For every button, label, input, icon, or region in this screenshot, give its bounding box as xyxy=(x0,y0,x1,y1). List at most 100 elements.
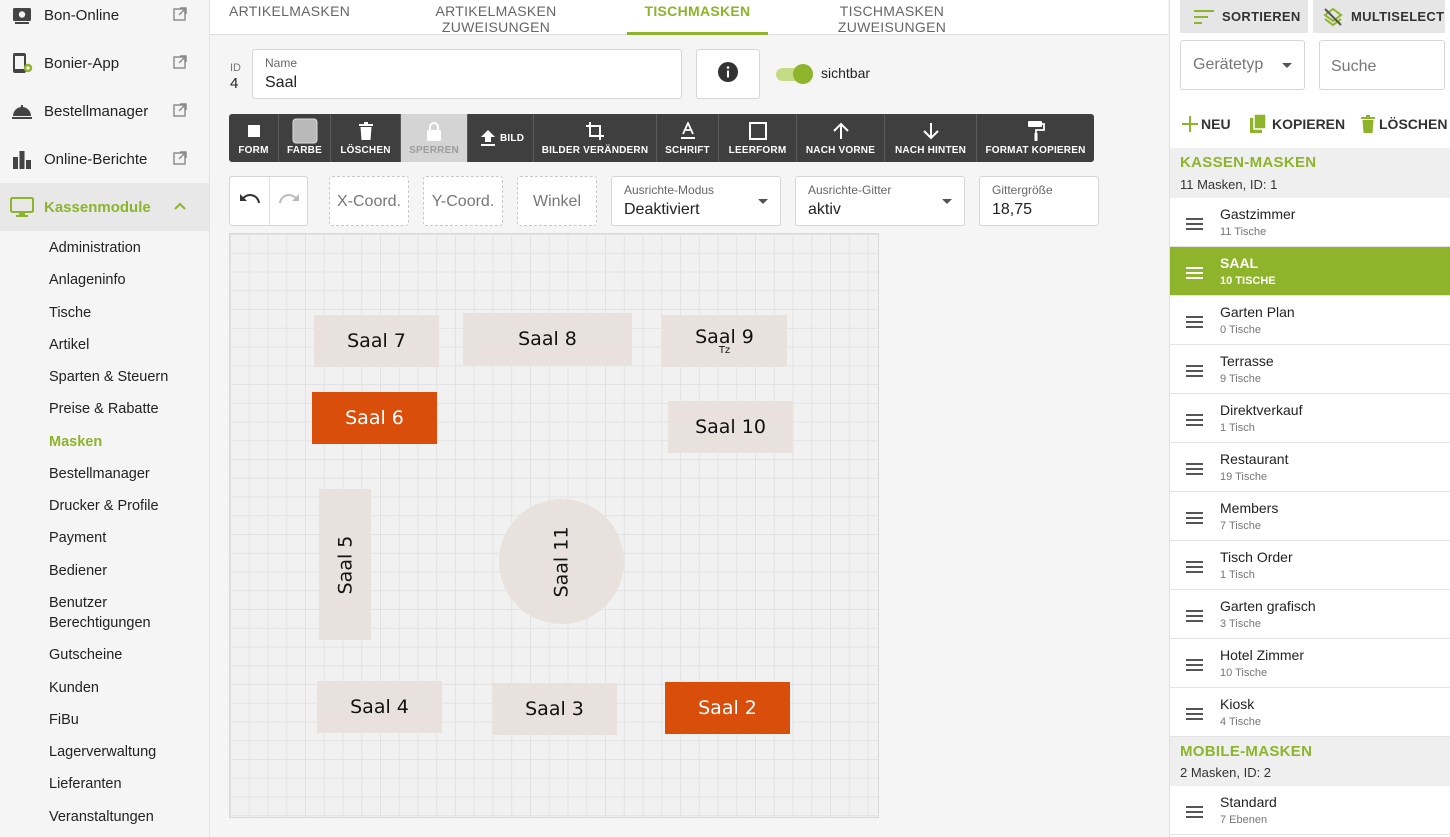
search-input[interactable]: Suche xyxy=(1319,40,1445,90)
table-saal-4[interactable]: Saal 4 xyxy=(317,681,442,733)
sidebar-item-preise-rabatte[interactable]: Preise & Rabatte xyxy=(49,399,159,419)
drag-handle-icon[interactable] xyxy=(1186,218,1203,233)
schrift-button[interactable]: SCHRIFT xyxy=(657,114,719,162)
chevron-up-icon xyxy=(173,199,189,215)
sidebar-item-fibu[interactable]: FiBu xyxy=(49,710,79,730)
sidebar-item-bestellmanager[interactable]: Bestellmanager xyxy=(49,464,150,484)
multiselect-button[interactable]: MULTISELECT xyxy=(1313,0,1445,33)
sidebar-item-gutscheine[interactable]: Gutscheine xyxy=(49,645,122,665)
leerform-button[interactable]: LEERFORM xyxy=(719,114,797,162)
sperren-button[interactable]: SPERREN xyxy=(401,114,468,162)
nach-vorne-button[interactable]: NACH VORNE xyxy=(797,114,885,162)
name-field[interactable]: Name Saal xyxy=(252,49,682,99)
new-button[interactable]: NEU xyxy=(1182,113,1231,135)
sidebar-item-administration[interactable]: Administration xyxy=(49,238,141,258)
table-layout-canvas[interactable]: Saal 7 Saal 8 Saal 9 Tz Saal 6 Saal 10 S… xyxy=(229,233,879,818)
sidebar-item-benutzer-berechtigungen[interactable]: Benutzer Berechtigungen xyxy=(49,593,151,633)
info-button[interactable] xyxy=(696,49,760,99)
drag-handle-icon[interactable] xyxy=(1186,316,1203,331)
sidebar-item-drucker-profile[interactable]: Drucker & Profile xyxy=(49,496,159,516)
redo-button[interactable] xyxy=(269,177,308,225)
list-item[interactable]: Direktverkauf 1 Tisch xyxy=(1170,394,1450,443)
tab-tischmasken[interactable]: TISCHMASKEN xyxy=(627,0,768,35)
tab-tischmasken-zuweisungen[interactable]: TISCHMASKEN ZUWEISUNGEN xyxy=(788,0,996,35)
sidebar-item-artikel[interactable]: Artikel xyxy=(49,335,89,355)
drag-handle-icon[interactable] xyxy=(1186,267,1203,282)
form-button[interactable]: FORM xyxy=(229,114,279,162)
list-item[interactable]: Kiosk 4 Tische xyxy=(1170,688,1450,737)
table-saal-7[interactable]: Saal 7 xyxy=(314,315,439,367)
copy-button[interactable]: KOPIEREN xyxy=(1249,113,1345,135)
drag-handle-icon[interactable] xyxy=(1186,365,1203,380)
list-item[interactable]: Restaurant 19 Tische xyxy=(1170,443,1450,492)
align-mode-label: Ausrichte-Modus xyxy=(624,183,715,197)
mask-list-panel: SORTIEREN MULTISELECT Gerätetyp Suche NE… xyxy=(1169,0,1450,837)
list-item[interactable]: Standard 7 Ebenen xyxy=(1170,786,1450,835)
drag-handle-icon[interactable] xyxy=(1186,610,1203,625)
table-label: Saal 10 xyxy=(695,416,766,438)
table-saal-6[interactable]: Saal 6 xyxy=(312,392,437,444)
drag-handle-icon[interactable] xyxy=(1186,463,1203,478)
table-saal-10[interactable]: Saal 10 xyxy=(668,401,793,453)
device-type-select[interactable]: Gerätetyp xyxy=(1180,40,1305,90)
sidebar-item-sparten-steuern[interactable]: Sparten & Steuern xyxy=(49,367,168,387)
sidebar-item-bediener[interactable]: Bediener xyxy=(49,561,107,581)
drag-handle-icon[interactable] xyxy=(1186,806,1203,821)
list-item[interactable]: Garten grafisch 3 Tische xyxy=(1170,590,1450,639)
sidebar-item-masken[interactable]: Masken xyxy=(49,432,102,452)
list-item-name: Garten Plan xyxy=(1220,304,1295,320)
loeschen-button[interactable]: LÖSCHEN xyxy=(331,114,401,162)
table-saal-3[interactable]: Saal 3 xyxy=(492,683,617,735)
visible-toggle[interactable] xyxy=(774,64,814,84)
drag-handle-icon[interactable] xyxy=(1186,414,1203,429)
table-saal-9[interactable]: Saal 9 Tz xyxy=(662,315,787,367)
list-item[interactable]: Garten Plan 0 Tische xyxy=(1170,296,1450,345)
list-item[interactable]: Hotel Zimmer 10 Tische xyxy=(1170,639,1450,688)
bilder-veraendern-button[interactable]: BILDER VERÄNDERN xyxy=(534,114,657,162)
sidebar-item-anlageninfo[interactable]: Anlageninfo xyxy=(49,270,126,290)
list-item[interactable]: Terrasse 9 Tische xyxy=(1170,345,1450,394)
x-coord-input[interactable]: X-Coord. xyxy=(329,176,409,226)
drag-handle-icon[interactable] xyxy=(1186,659,1203,674)
format-kopieren-button[interactable]: FORMAT KOPIEREN xyxy=(977,114,1094,162)
bild-button[interactable]: BILD xyxy=(468,114,534,162)
sidebar-item-lagerverwaltung[interactable]: Lagerverwaltung xyxy=(49,742,156,762)
winkel-input[interactable]: Winkel xyxy=(517,176,597,226)
nav-bestellmanager[interactable]: Bestellmanager xyxy=(0,87,209,135)
sort-button[interactable]: SORTIEREN xyxy=(1180,0,1308,33)
undo-button[interactable] xyxy=(230,177,269,225)
grid-size-input[interactable]: Gittergröße 18,75 xyxy=(979,176,1099,226)
farbe-button[interactable]: FARBE xyxy=(279,114,331,162)
section-summary: 2 Masken, ID: 2 xyxy=(1180,765,1272,780)
y-coord-input[interactable]: Y-Coord. xyxy=(423,176,503,226)
sidebar-item-veranstaltungen[interactable]: Veranstaltungen xyxy=(49,807,154,827)
drag-handle-icon[interactable] xyxy=(1186,708,1203,723)
sidebar-item-tische[interactable]: Tische xyxy=(49,303,91,323)
list-item[interactable]: Tisch Order 1 Tisch xyxy=(1170,541,1450,590)
table-saal-2[interactable]: Saal 2 xyxy=(665,682,790,734)
table-saal-5[interactable]: Saal 5 xyxy=(319,489,371,640)
nav-online-berichte[interactable]: Online-Berichte xyxy=(0,135,209,183)
nav-kassenmodule[interactable]: Kassenmodule xyxy=(0,183,209,231)
sidebar-item-lieferanten[interactable]: Lieferanten xyxy=(49,774,122,794)
sidebar-item-payment[interactable]: Payment xyxy=(49,528,106,548)
sidebar-item-kunden[interactable]: Kunden xyxy=(49,678,99,698)
delete-button[interactable]: LÖSCHEN xyxy=(1360,113,1447,135)
list-item[interactable]: Members 7 Tische xyxy=(1170,492,1450,541)
nav-bon-online[interactable]: Bon-Online xyxy=(0,0,209,39)
table-saal-8[interactable]: Saal 8 xyxy=(463,313,632,365)
nach-hinten-button[interactable]: NACH HINTEN xyxy=(885,114,977,162)
list-item[interactable]: Gastzimmer 11 Tische xyxy=(1170,198,1450,247)
table-saal-11[interactable]: Saal 11 xyxy=(499,499,624,624)
color-swatch-icon xyxy=(279,118,330,144)
tab-artikelmasken[interactable]: ARTIKELMASKEN xyxy=(229,0,350,35)
drag-handle-icon[interactable] xyxy=(1186,561,1203,576)
tab-artikelmasken-zuweisungen[interactable]: ARTIKELMASKEN ZUWEISUNGEN xyxy=(385,0,607,35)
list-item-selected[interactable]: Saal 10 Tische xyxy=(1170,247,1450,296)
align-grid-select[interactable]: Ausrichte-Gitter aktiv xyxy=(795,176,965,226)
crop-icon xyxy=(534,120,656,142)
drag-handle-icon[interactable] xyxy=(1186,512,1203,527)
align-mode-select[interactable]: Ausrichte-Modus Deaktiviert xyxy=(611,176,781,226)
nav-bonier-app[interactable]: Bonier-App xyxy=(0,39,209,87)
trash-icon xyxy=(1360,115,1376,133)
